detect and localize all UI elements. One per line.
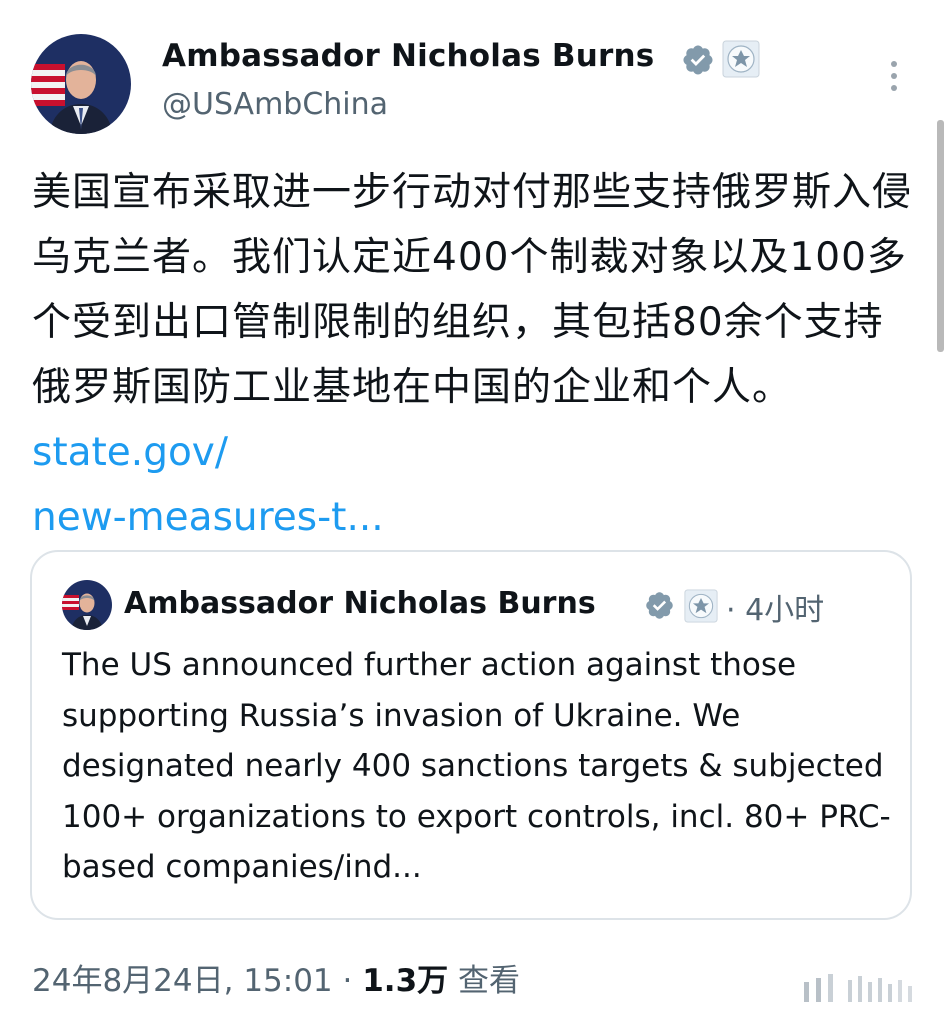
embassy-seal-icon	[684, 589, 718, 623]
tweet-text: 美国宣布采取进一步行动对付那些支持俄罗斯入侵乌克兰者。我们认定近400个制裁对象…	[32, 160, 912, 550]
tweet-meta: 24年8月24日, 15:01 · 1.3万 查看	[32, 955, 520, 1000]
handle[interactable]: @USAmbChina	[162, 87, 388, 122]
tweet-link[interactable]: state.gov/new-measures-t...	[32, 430, 384, 540]
quote-text: The US announced further action against …	[62, 647, 891, 885]
quote-timestamp[interactable]: · 4小时	[726, 585, 824, 629]
verified-badge-icon	[644, 590, 675, 621]
display-name[interactable]: Ambassador Nicholas Burns	[162, 38, 654, 74]
tweet-date[interactable]: 24年8月24日, 15:01 ·	[32, 963, 362, 999]
quote-avatar[interactable]	[62, 580, 112, 630]
views-count: 1.3万	[362, 963, 449, 999]
embassy-seal-icon	[722, 40, 760, 78]
verified-badge-icon	[681, 43, 715, 77]
more-vertical-icon[interactable]	[884, 58, 904, 94]
tweet-link-part1[interactable]: state.gov/	[32, 430, 228, 475]
quote-display-name[interactable]: Ambassador Nicholas Burns	[124, 586, 596, 621]
scrollbar[interactable]	[937, 120, 944, 352]
stats-icon[interactable]	[792, 968, 922, 1008]
views-label: 查看	[448, 963, 521, 999]
quoted-tweet-card[interactable]: Ambassador Nicholas Burns · 4小时 The US a…	[30, 550, 912, 920]
tweet-link-part2[interactable]: new-measures-t...	[32, 495, 384, 540]
avatar[interactable]	[31, 34, 131, 134]
tweet-text-zh: 美国宣布采取进一步行动对付那些支持俄罗斯入侵乌克兰者。我们认定近400个制裁对象…	[32, 170, 913, 410]
